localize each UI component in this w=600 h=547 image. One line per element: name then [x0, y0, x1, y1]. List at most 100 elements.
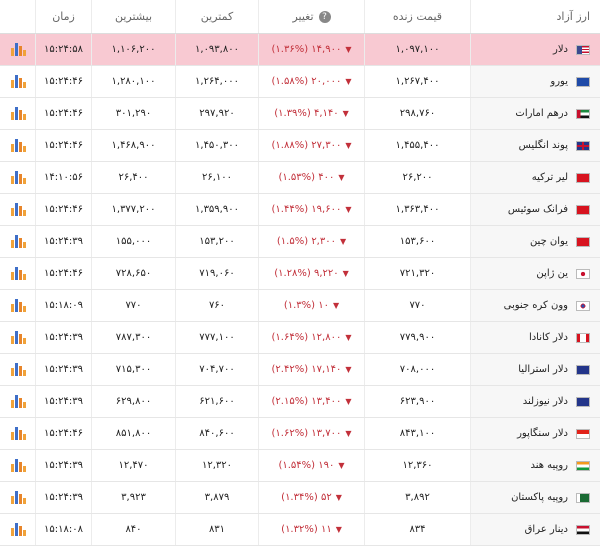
table-row[interactable]: دلار سنگاپور ۸۴۳,۱۰۰ ▼ ۱۳,۷۰۰ (۱.۶۲%) ۸۴۰,۶۰… [0, 418, 600, 450]
currency-name[interactable]: روپیه پاکستان [511, 492, 568, 503]
chart-cell [0, 386, 35, 417]
price-cell: ۱,۳۶۳,۴۰۰ [364, 194, 470, 225]
time-cell: ۱۵:۲۴:۴۶ [35, 258, 91, 289]
chart-icon[interactable] [10, 331, 26, 344]
currency-name[interactable]: وون کره جنوبی [504, 300, 568, 311]
high-value: ۸۵۱,۸۰۰ [115, 428, 152, 439]
tr-flag [576, 172, 590, 183]
header-low-label: کمترین [200, 10, 234, 23]
chart-icon[interactable] [10, 395, 26, 408]
chart-icon[interactable] [10, 267, 26, 280]
price-cell: ۱,۴۵۵,۴۰۰ [364, 130, 470, 161]
chevron-down-icon: ▼ [342, 109, 349, 118]
currency-name[interactable]: دلار [553, 44, 568, 55]
low-cell: ۸۴۰,۶۰۰ [175, 418, 258, 449]
table-row[interactable]: وون کره جنوبی ۷۷۰ ▼ ۱۰ (۱.۳%) ۷۶۰ ۷۷۰ ۱۵:۱۸:۰۹ [0, 290, 600, 322]
currency-name[interactable]: روپیه هند [530, 460, 568, 471]
currency-cell[interactable]: دلار سنگاپور [470, 418, 600, 449]
currency-name[interactable]: ین ژاپن [536, 268, 568, 279]
chart-icon[interactable] [10, 459, 26, 472]
time-value: ۱۵:۲۴:۳۹ [44, 492, 83, 503]
table-row[interactable]: دینار عراق ۸۳۴ ▼ ۱۱ (۱.۳۲%) ۸۳۱ ۸۴۰ ۱۵:۱۸:۰۸ [0, 514, 600, 546]
chevron-down-icon: ▼ [338, 173, 345, 182]
chart-icon[interactable] [10, 427, 26, 440]
currency-name[interactable]: یوان چین [530, 236, 568, 247]
currency-name[interactable]: پوند انگلیس [519, 140, 568, 151]
low-cell: ۱۵۳,۲۰۰ [175, 226, 258, 257]
currency-cell[interactable]: روپیه هند [470, 450, 600, 481]
in-flag [576, 460, 590, 471]
currency-cell[interactable]: لیر ترکیه [470, 162, 600, 193]
currency-cell[interactable]: دلار نیوزلند [470, 386, 600, 417]
currency-cell[interactable]: یوان چین [470, 226, 600, 257]
table-row[interactable]: درهم امارات ۲۹۸,۷۶۰ ▼ ۴,۱۴۰ (۱.۳۹%) ۲۹۷,۹۲۰ ۳… [0, 98, 600, 130]
high-value: ۶۲۹,۸۰۰ [115, 396, 152, 407]
chart-icon[interactable] [10, 523, 26, 536]
change-cell: ▼ ۴۰۰ (۱.۵۳%) [258, 162, 364, 193]
currency-cell[interactable]: درهم امارات [470, 98, 600, 129]
help-icon[interactable]: ? [318, 10, 331, 23]
table-row[interactable]: لیر ترکیه ۲۶,۲۰۰ ▼ ۴۰۰ (۱.۵۳%) ۲۶,۱۰۰ ۲۶,۴۰۰ ۱… [0, 162, 600, 194]
table-row[interactable]: روپیه هند ۱۲,۳۶۰ ▼ ۱۹۰ (۱.۵۴%) ۱۲,۳۲۰ ۱۲,۴۷۰ ۱… [0, 450, 600, 482]
currency-name[interactable]: دینار عراق [525, 524, 568, 535]
currency-name[interactable]: لیر ترکیه [532, 172, 568, 183]
currency-cell[interactable]: دلار کانادا [470, 322, 600, 353]
table-row[interactable]: فرانک سوئیس ۱,۳۶۳,۴۰۰ ▼ ۱۹,۶۰۰ (۱.۴۴%) ۱,۳۵۹… [0, 194, 600, 226]
chart-icon[interactable] [10, 75, 26, 88]
currency-cell[interactable]: پوند انگلیس [470, 130, 600, 161]
chart-icon[interactable] [10, 139, 26, 152]
high-cell: ۸۵۱,۸۰۰ [91, 418, 175, 449]
currency-name[interactable]: فرانک سوئیس [508, 204, 568, 215]
price-value: ۱,۲۶۷,۴۰۰ [395, 76, 440, 87]
table-row[interactable]: دلار استرالیا ۷۰۸,۰۰۰ ▼ ۱۷,۱۴۰ (۲.۴۲%) ۷۰۴,۷… [0, 354, 600, 386]
currency-cell[interactable]: دینار عراق [470, 514, 600, 545]
chart-icon[interactable] [10, 235, 26, 248]
table-row[interactable]: یوان چین ۱۵۳,۶۰۰ ▼ ۲,۳۰۰ (۱.۵%) ۱۵۳,۲۰۰ ۱۵۵,۰… [0, 226, 600, 258]
table-row[interactable]: دلار کانادا ۷۷۹,۹۰۰ ▼ ۱۲,۸۰۰ (۱.۶۴%) ۷۷۷,۱۰۰… [0, 322, 600, 354]
chart-icon[interactable] [10, 203, 26, 216]
price-cell: ۲۶,۲۰۰ [364, 162, 470, 193]
us-flag [576, 44, 590, 55]
high-cell: ۱,۳۷۷,۲۰۰ [91, 194, 175, 225]
chart-icon[interactable] [10, 299, 26, 312]
chart-cell [0, 130, 35, 161]
chart-icon[interactable] [10, 43, 26, 56]
table-row[interactable]: دلار ۱,۰۹۷,۱۰۰ ▼ ۱۴,۹۰۰ (۱.۳۶%) ۱,۰۹۳,۸۰۰ ۱,۱… [0, 34, 600, 66]
table-row[interactable]: پوند انگلیس ۱,۴۵۵,۴۰۰ ▼ ۲۷,۳۰۰ (۱.۸۸%) ۱,۴۵۰… [0, 130, 600, 162]
change-value: ۹,۲۲۰ (۱.۲۸%) [274, 268, 339, 279]
currency-cell[interactable]: دلار [470, 34, 600, 65]
currency-cell[interactable]: فرانک سوئیس [470, 194, 600, 225]
currency-cell[interactable]: ین ژاپن [470, 258, 600, 289]
chart-cell [0, 34, 35, 65]
table-row[interactable]: ین ژاپن ۷۲۱,۳۲۰ ▼ ۹,۲۲۰ (۱.۲۸%) ۷۱۹,۰۶۰ ۷۲۸,۶… [0, 258, 600, 290]
currency-name[interactable]: دلار کانادا [529, 332, 568, 343]
ae-flag [576, 108, 590, 119]
change-cell: ▼ ۲۷,۳۰۰ (۱.۸۸%) [258, 130, 364, 161]
low-value: ۱۵۳,۲۰۰ [199, 236, 235, 247]
table-row[interactable]: یورو ۱,۲۶۷,۴۰۰ ▼ ۲۰,۰۰۰ (۱.۵۸%) ۱,۲۶۴,۰۰۰ ۱,۲… [0, 66, 600, 98]
currency-cell[interactable]: دلار استرالیا [470, 354, 600, 385]
chart-cell [0, 514, 35, 545]
high-cell: ۳۰۱,۲۹۰ [91, 98, 175, 129]
low-cell: ۷۰۴,۷۰۰ [175, 354, 258, 385]
currency-cell[interactable]: یورو [470, 66, 600, 97]
low-value: ۷۶۰ [208, 300, 226, 311]
chart-icon[interactable] [10, 363, 26, 376]
chart-icon[interactable] [10, 107, 26, 120]
table-row[interactable]: دلار نیوزلند ۶۲۳,۹۰۰ ▼ ۱۳,۴۰۰ (۲.۱۵%) ۶۲۱,۶۰… [0, 386, 600, 418]
currency-name[interactable]: دلار نیوزلند [523, 396, 568, 407]
currency-name[interactable]: یورو [550, 76, 568, 87]
chart-icon[interactable] [10, 171, 26, 184]
currency-name[interactable]: درهم امارات [515, 108, 568, 119]
currency-name[interactable]: دلار سنگاپور [517, 428, 568, 439]
currency-name[interactable]: دلار استرالیا [518, 364, 568, 375]
price-value: ۱۵۳,۶۰۰ [399, 236, 436, 247]
chart-icon[interactable] [10, 491, 26, 504]
currency-cell[interactable]: وون کره جنوبی [470, 290, 600, 321]
header-high: بیشترین [91, 0, 175, 33]
currency-cell[interactable]: روپیه پاکستان [470, 482, 600, 513]
chevron-down-icon: ▼ [333, 301, 340, 310]
table-row[interactable]: روپیه پاکستان ۳,۸۹۲ ▼ ۵۲ (۱.۳۴%) ۳,۸۷۹ ۳,۹۲۳ ۱… [0, 482, 600, 514]
low-value: ۸۳۱ [208, 524, 226, 535]
price-value: ۸۳۴ [409, 524, 426, 535]
